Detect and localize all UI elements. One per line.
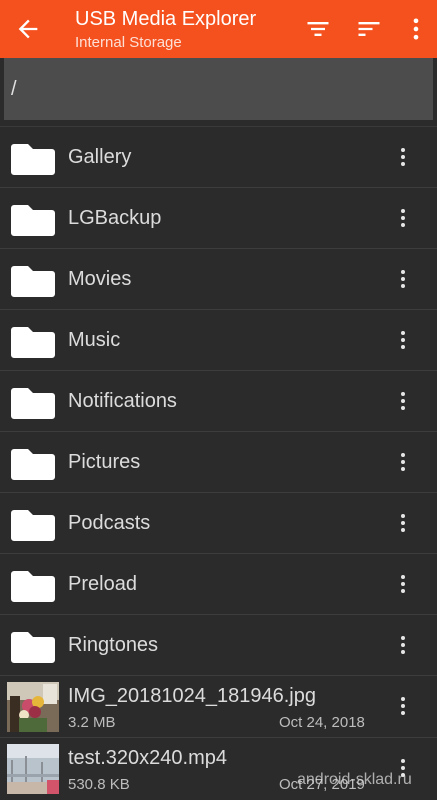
- more-vert-icon[interactable]: [392, 206, 414, 230]
- current-path: /: [11, 78, 17, 100]
- video-thumbnail: [7, 744, 59, 794]
- folder-row[interactable]: Notifications: [0, 370, 437, 431]
- folder-icon: [11, 632, 55, 663]
- folder-icon: [11, 144, 55, 175]
- back-arrow-icon[interactable]: [14, 15, 42, 43]
- file-row[interactable]: test.320x240.mp4 530.8 KB Oct 27, 2019: [0, 737, 437, 799]
- more-vert-icon[interactable]: [392, 572, 414, 596]
- folder-icon: [11, 449, 55, 480]
- folder-name: Notifications: [68, 390, 177, 412]
- folder-icon: [11, 205, 55, 236]
- watermark: android-sklad.ru: [297, 771, 412, 788]
- folder-row[interactable]: LGBackup: [0, 187, 437, 248]
- sort-icon[interactable]: [355, 15, 383, 43]
- folder-icon: [11, 571, 55, 602]
- folder-row[interactable]: Podcasts: [0, 492, 437, 553]
- more-vert-icon[interactable]: [392, 145, 414, 169]
- folder-icon: [11, 510, 55, 541]
- folder-name: Gallery: [68, 146, 132, 168]
- more-vert-icon[interactable]: [392, 694, 414, 718]
- folder-name: LGBackup: [68, 207, 162, 229]
- app-bar: USB Media Explorer Internal Storage: [0, 0, 437, 58]
- file-list: Gallery LGBackup Movies Music Notificati…: [0, 126, 437, 799]
- folder-row[interactable]: Preload: [0, 553, 437, 614]
- file-size: 530.8 KB: [68, 776, 130, 793]
- more-vert-icon[interactable]: [392, 450, 414, 474]
- folder-row[interactable]: Pictures: [0, 431, 437, 492]
- file-name: test.320x240.mp4: [68, 747, 227, 769]
- folder-row[interactable]: Ringtones: [0, 614, 437, 675]
- more-vert-icon[interactable]: [402, 15, 430, 43]
- folder-icon: [11, 266, 55, 297]
- image-thumbnail: [7, 682, 59, 732]
- storage-subtitle: Internal Storage: [75, 34, 182, 51]
- more-vert-icon[interactable]: [392, 511, 414, 535]
- folder-name: Preload: [68, 573, 137, 595]
- folder-name: Ringtones: [68, 634, 159, 656]
- folder-icon: [11, 327, 55, 358]
- more-vert-icon[interactable]: [392, 389, 414, 413]
- folder-row[interactable]: Gallery: [0, 126, 437, 187]
- more-vert-icon[interactable]: [392, 328, 414, 352]
- filter-icon[interactable]: [304, 15, 332, 43]
- folder-name: Movies: [68, 268, 132, 290]
- folder-name: Pictures: [68, 451, 141, 473]
- more-vert-icon[interactable]: [392, 633, 414, 657]
- file-date: Oct 24, 2018: [279, 714, 365, 731]
- folder-name: Music: [68, 329, 121, 351]
- app-bar-titles: USB Media Explorer Internal Storage: [75, 7, 256, 53]
- folder-icon: [11, 388, 55, 419]
- file-name: IMG_20181024_181946.jpg: [68, 685, 316, 707]
- path-bar[interactable]: /: [4, 58, 433, 120]
- file-size: 3.2 MB: [68, 714, 116, 731]
- app-title: USB Media Explorer: [75, 8, 257, 30]
- folder-name: Podcasts: [68, 512, 151, 534]
- file-row[interactable]: IMG_20181024_181946.jpg 3.2 MB Oct 24, 2…: [0, 675, 437, 737]
- more-vert-icon[interactable]: [392, 267, 414, 291]
- folder-row[interactable]: Music: [0, 309, 437, 370]
- folder-row[interactable]: Movies: [0, 248, 437, 309]
